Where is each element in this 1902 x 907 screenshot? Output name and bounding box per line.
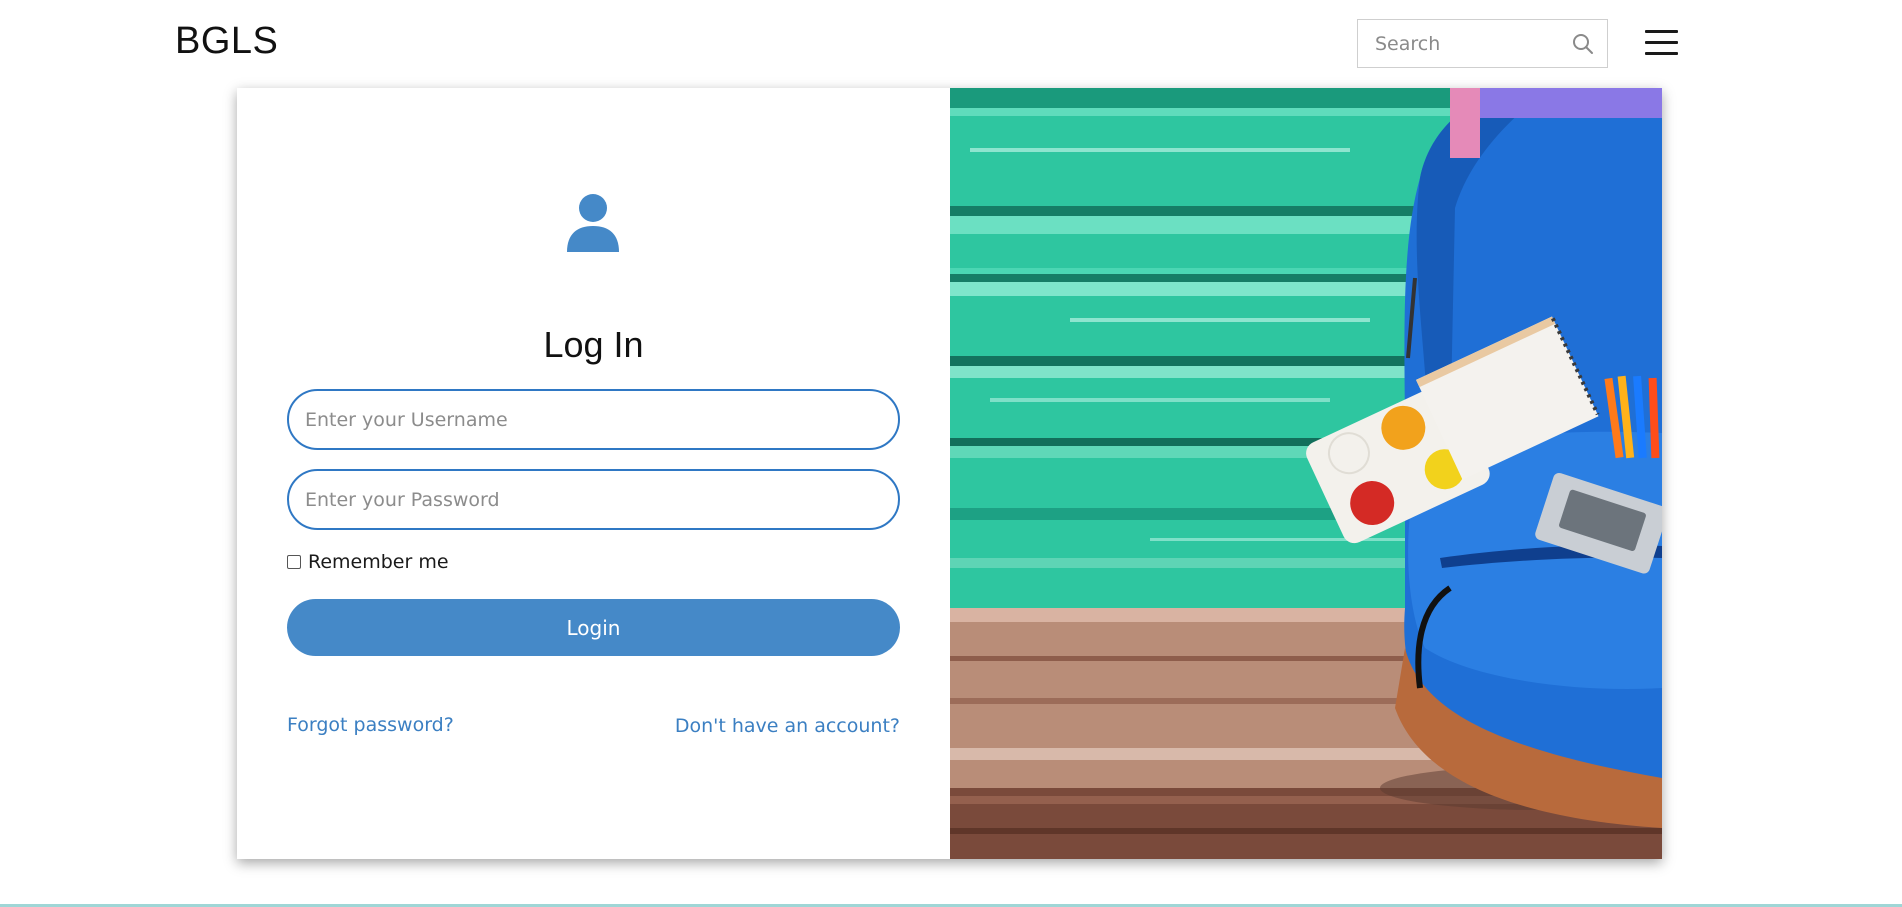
password-field[interactable] [287,469,900,530]
remember-me-label[interactable]: Remember me [308,551,449,573]
login-card: Log In Remember me Login Forgot password… [237,88,1662,859]
search-input[interactable] [1358,20,1558,67]
hamburger-bar [1645,52,1678,55]
login-button[interactable]: Login [287,599,900,656]
backpack-illustration [950,88,1662,859]
hamburger-bar [1645,41,1678,44]
login-form-pane: Log In Remember me Login Forgot password… [237,88,950,859]
signup-link[interactable]: Don't have an account? [675,715,900,737]
top-header: BGLS [0,0,1902,88]
forgot-password-link[interactable]: Forgot password? [287,714,454,736]
hamburger-menu-icon[interactable] [1645,28,1678,57]
user-icon [567,194,619,252]
remember-me-checkbox[interactable] [287,555,301,569]
page-title: Log In [543,324,644,365]
remember-me[interactable]: Remember me [287,551,449,573]
search-icon[interactable] [1572,33,1594,55]
username-field[interactable] [287,389,900,450]
backpack-image [950,88,1662,859]
brand-logo[interactable]: BGLS [175,20,278,63]
search-box[interactable] [1357,19,1608,68]
hamburger-bar [1645,30,1678,33]
